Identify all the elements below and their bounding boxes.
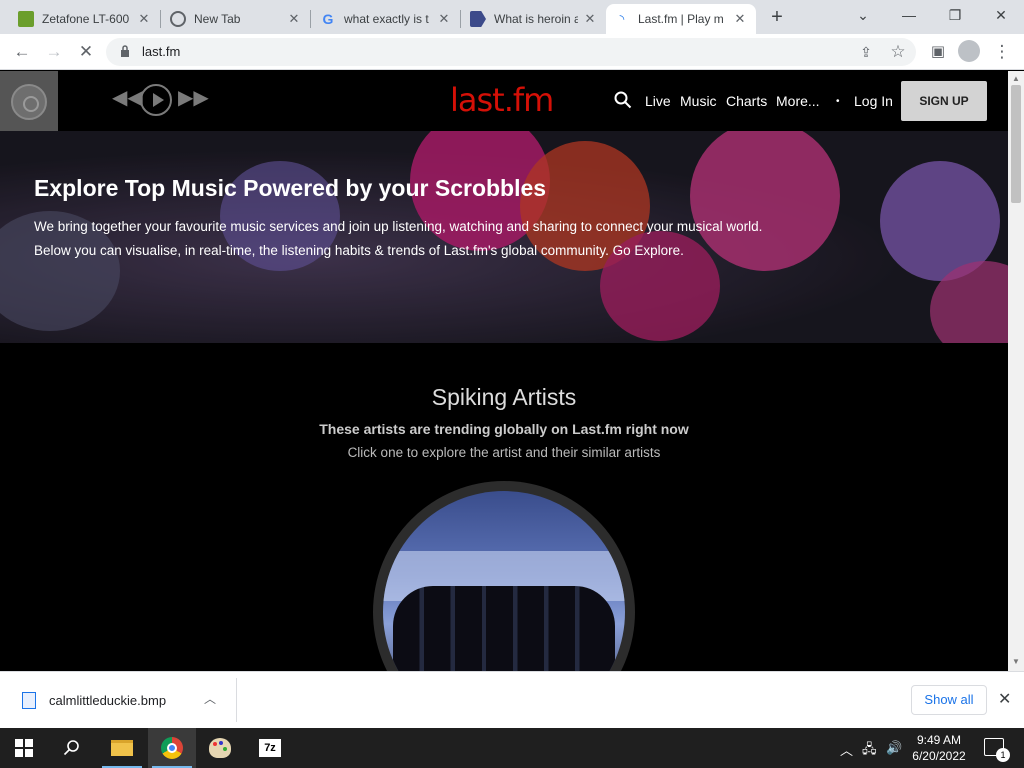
taskbar-search-button[interactable] (48, 728, 96, 768)
folder-icon (111, 740, 133, 756)
nav-live[interactable]: Live (645, 93, 671, 109)
close-icon[interactable]: ✕ (998, 689, 1011, 709)
show-hidden-icons-chevron-icon[interactable]: ︿ (840, 740, 853, 759)
close-tab-icon[interactable]: ✕ (732, 11, 748, 27)
tab-title: What is heroin a (494, 12, 578, 26)
rewind-icon[interactable]: ◀◀ (112, 85, 143, 110)
nav-more[interactable]: More... (776, 93, 820, 109)
bookmark-star-icon[interactable]: ☆ (886, 40, 910, 64)
hero-title: Explore Top Music Powered by your Scrobb… (34, 175, 547, 201)
close-tab-icon[interactable]: ✕ (136, 11, 152, 27)
artist-photo (383, 491, 625, 671)
nav-music[interactable]: Music (680, 93, 717, 109)
google-icon: G (322, 11, 334, 27)
browser-toolbar: ← → ✕ last.fm ⇪ ☆ ▣ ⋮ (0, 34, 1024, 70)
taskbar-paint[interactable] (196, 728, 244, 768)
lock-icon (121, 45, 129, 57)
download-shelf: calmlittleduckie.bmp ︿ Show all ✕ (0, 671, 1024, 728)
clock-time: 9:49 AM (916, 733, 962, 747)
fast-forward-icon[interactable]: ▶▶ (178, 85, 209, 110)
hero-banner: Explore Top Music Powered by your Scrobb… (0, 131, 1008, 343)
forward-arrow-icon[interactable]: → (42, 40, 66, 64)
address-bar[interactable]: last.fm (106, 38, 916, 66)
tab-title: Last.fm | Play m (638, 12, 724, 26)
nav-charts[interactable]: Charts (726, 93, 767, 109)
nav-separator-dot: • (836, 96, 840, 107)
play-button[interactable] (140, 84, 172, 116)
taskbar-7zip[interactable]: 7z (246, 728, 294, 768)
taskbar-file-explorer[interactable] (98, 728, 146, 768)
chrome-icon (170, 11, 186, 27)
tab-google-search[interactable]: G what exactly is t ✕ (312, 4, 460, 34)
paint-palette-icon (209, 738, 231, 758)
volume-icon[interactable]: 🔊 (886, 740, 902, 756)
spiking-artists-hint: Click one to explore the artist and thei… (347, 445, 661, 460)
close-window-button[interactable]: ✕ (978, 0, 1024, 30)
windows-start-button[interactable] (0, 728, 48, 768)
spiking-artist-card[interactable] (373, 481, 635, 671)
close-tab-icon[interactable]: ✕ (436, 11, 452, 27)
tab-strip: Zetafone LT-600 ✕ New Tab ✕ G what exact… (0, 0, 1024, 34)
close-tab-icon[interactable]: ✕ (286, 11, 302, 27)
page-scrollbar[interactable]: ▲ ▼ (1008, 71, 1024, 671)
tab-search-chevron-icon[interactable]: ⌄ (840, 0, 886, 30)
scroll-up-arrow-icon[interactable]: ▲ (1012, 74, 1020, 83)
spiking-artists-heading: Spiking Artists (431, 384, 577, 410)
tab-title: New Tab (194, 12, 241, 26)
lastfm-header: ◀◀ ▶▶ last.fm Live Music Charts More... … (0, 71, 1008, 131)
page-favicon (470, 11, 486, 27)
windows-logo-icon (15, 739, 33, 757)
menu-kebab-icon[interactable]: ⋮ (990, 40, 1014, 64)
lastfm-logo[interactable]: last.fm (450, 81, 554, 119)
minimize-button[interactable]: — (886, 0, 932, 30)
profile-avatar[interactable] (958, 40, 980, 62)
stop-loading-icon[interactable]: ✕ (74, 40, 98, 64)
hero-description-line1: We bring together your favourite music s… (34, 219, 763, 234)
tab-new-tab[interactable]: New Tab ✕ (162, 4, 310, 34)
restore-button[interactable]: ❐ (932, 0, 978, 30)
scroll-down-arrow-icon[interactable]: ▼ (1012, 657, 1020, 666)
windows-taskbar: 7z ︿ 🖧 🔊 9:49 AM 6/20/2022 1 (0, 728, 1024, 768)
tab-title: what exactly is t (344, 12, 429, 26)
close-tab-icon[interactable]: ✕ (582, 11, 598, 27)
shelf-divider (236, 678, 237, 722)
chevron-up-icon[interactable]: ︿ (204, 690, 216, 707)
hero-description-line2: Below you can visualise, in real-time, t… (34, 243, 684, 258)
search-icon (63, 740, 79, 756)
loading-spinner-icon: ◝ (619, 12, 625, 26)
search-icon[interactable] (614, 91, 632, 109)
tab-title: Zetafone LT-600 (42, 12, 130, 26)
tab-lastfm[interactable]: ◝ Last.fm | Play m ✕ (606, 4, 756, 34)
notification-badge: 1 (996, 748, 1010, 762)
action-center-icon[interactable]: 1 (984, 738, 1010, 762)
side-panel-icon[interactable]: ▣ (926, 40, 950, 64)
zetafone-favicon (18, 11, 34, 27)
network-icon[interactable]: 🖧 (862, 740, 877, 762)
hero-overlay (0, 131, 1008, 343)
scrobble-button[interactable] (0, 71, 58, 131)
7zip-icon: 7z (259, 739, 281, 757)
scrollbar-thumb[interactable] (1011, 85, 1021, 203)
show-all-button[interactable]: Show all (911, 685, 987, 715)
image-file-icon (22, 692, 36, 709)
disc-icon (11, 84, 47, 120)
login-link[interactable]: Log In (854, 93, 893, 109)
signup-button[interactable]: SIGN UP (901, 81, 987, 121)
taskbar-clock[interactable]: 9:49 AM 6/20/2022 (906, 732, 972, 764)
share-icon[interactable]: ⇪ (854, 40, 878, 64)
clock-date: 6/20/2022 (912, 749, 966, 763)
tab-heroin-article[interactable]: What is heroin a ✕ (462, 4, 606, 34)
chrome-icon (161, 737, 183, 759)
page-viewport: ◀◀ ▶▶ last.fm Live Music Charts More... … (0, 71, 1008, 671)
spiking-artists-subtitle: These artists are trending globally on L… (319, 421, 689, 437)
download-filename[interactable]: calmlittleduckie.bmp (49, 693, 166, 708)
back-arrow-icon[interactable]: ← (10, 40, 34, 64)
tab-zetafone[interactable]: Zetafone LT-600 ✕ (10, 4, 160, 34)
new-tab-button[interactable]: + (765, 6, 789, 30)
url-text: last.fm (142, 44, 181, 59)
taskbar-chrome[interactable] (148, 728, 196, 768)
